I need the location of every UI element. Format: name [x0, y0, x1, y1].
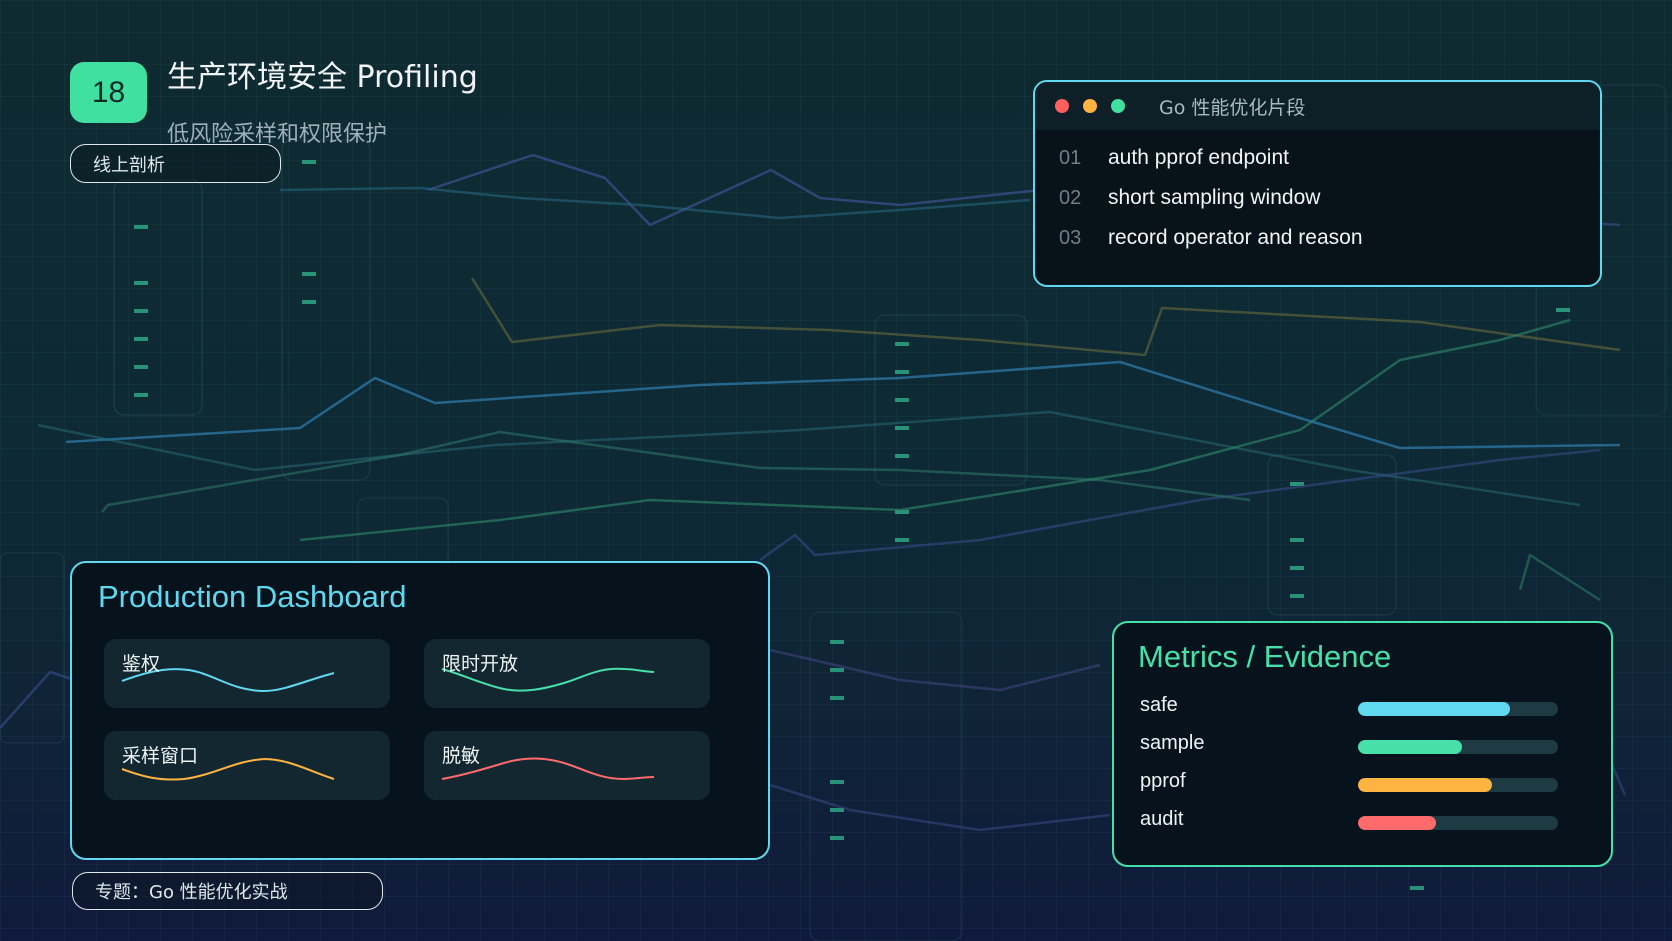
line-number: 03	[1059, 226, 1082, 249]
topic-tag: 线上剖析	[70, 144, 281, 183]
tile-sampling-window: 采样窗口	[104, 731, 390, 800]
code-line: 01 auth pprof endpoint	[1035, 138, 1600, 178]
metric-label: pprof	[1140, 770, 1186, 792]
metric-label: audit	[1140, 808, 1184, 830]
topic-tag-label: 线上剖析	[93, 154, 165, 176]
metric-track	[1358, 702, 1558, 716]
metrics-evidence-panel: Metrics / Evidence safe sample pprof aud…	[1112, 621, 1613, 867]
metric-row-safe: safe	[1140, 694, 1590, 724]
tile-label: 鉴权	[122, 653, 161, 675]
maximize-dot-icon	[1111, 99, 1125, 113]
tile-label: 采样窗口	[122, 745, 199, 767]
line-text: short sampling window	[1108, 186, 1321, 209]
tile-label: 脱敏	[442, 745, 481, 767]
footer-label: 专题：Go 性能优化实战	[95, 882, 288, 903]
line-number: 01	[1059, 146, 1082, 169]
tile-masking: 脱敏	[424, 731, 710, 800]
footer-topic-tag: 专题：Go 性能优化实战	[72, 872, 383, 910]
metric-track	[1358, 740, 1558, 754]
code-line: 03 record operator and reason	[1035, 218, 1600, 258]
dashboard-title: Production Dashboard	[98, 579, 407, 614]
code-card-header: Go 性能优化片段	[1035, 82, 1600, 130]
line-number: 02	[1059, 186, 1082, 209]
metric-bar	[1358, 778, 1492, 792]
line-text: auth pprof endpoint	[1108, 146, 1289, 169]
metric-row-sample: sample	[1140, 732, 1590, 762]
tile-auth: 鉴权	[104, 639, 390, 708]
metric-label: safe	[1140, 694, 1178, 716]
metrics-title: Metrics / Evidence	[1138, 639, 1392, 674]
tile-label: 限时开放	[442, 653, 519, 675]
metric-track	[1358, 778, 1558, 792]
close-dot-icon	[1055, 99, 1069, 113]
minimize-dot-icon	[1083, 99, 1097, 113]
page-title: 生产环境安全 Profiling	[167, 60, 478, 95]
code-snippet-card: Go 性能优化片段 01 auth pprof endpoint 02 shor…	[1033, 80, 1602, 287]
code-card-title: Go 性能优化片段	[1159, 96, 1306, 119]
metric-track	[1358, 816, 1558, 830]
tile-time-limited: 限时开放	[424, 639, 710, 708]
slide-number: 18	[91, 75, 126, 109]
metric-bar	[1358, 702, 1510, 716]
code-line: 02 short sampling window	[1035, 178, 1600, 218]
metric-row-audit: audit	[1140, 808, 1590, 838]
slide-number-badge: 18	[70, 62, 147, 123]
metric-bar	[1358, 740, 1462, 754]
production-dashboard-panel: Production Dashboard 鉴权 限时开放 采样窗口 脱敏	[70, 561, 770, 860]
metric-row-pprof: pprof	[1140, 770, 1590, 800]
metric-label: sample	[1140, 732, 1205, 754]
line-text: record operator and reason	[1108, 226, 1363, 249]
metric-bar	[1358, 816, 1436, 830]
